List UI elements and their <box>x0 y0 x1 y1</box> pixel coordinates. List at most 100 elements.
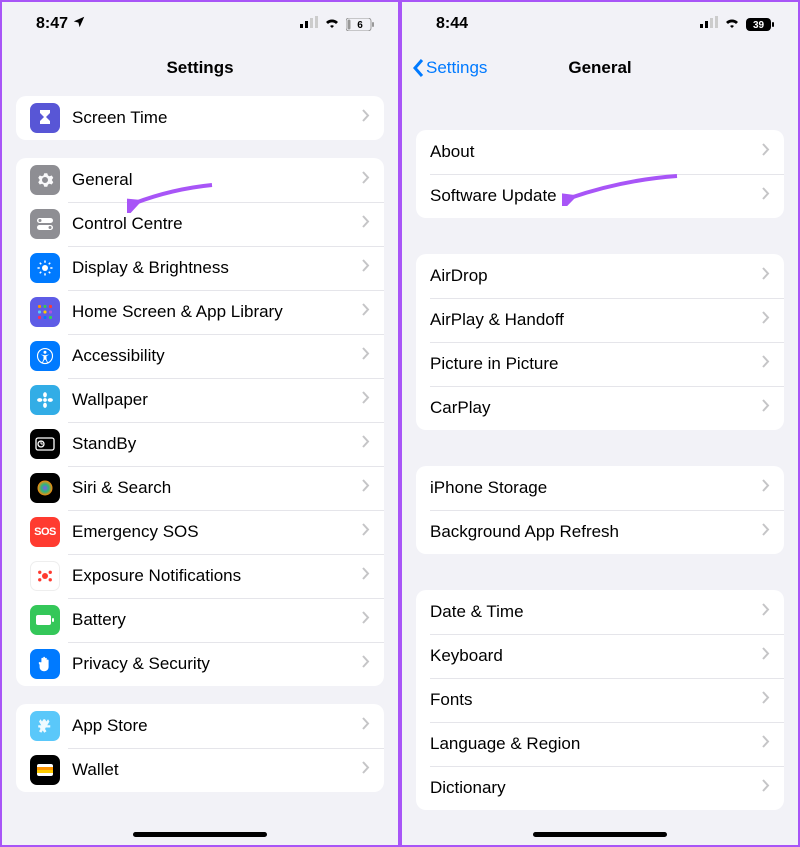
location-icon <box>72 15 86 34</box>
exposure-icon <box>30 561 60 591</box>
nav-header: Settings General <box>402 46 798 90</box>
battery-icon: 6 <box>346 18 374 31</box>
row-label: Language & Region <box>430 734 762 754</box>
row-app-store[interactable]: App Store <box>16 704 384 748</box>
wallet-icon <box>30 755 60 785</box>
row-label: Display & Brightness <box>72 258 362 278</box>
siri-icon <box>30 473 60 503</box>
nav-header: Settings <box>2 46 398 90</box>
chevron-right-icon <box>762 187 770 205</box>
row-battery[interactable]: Battery <box>16 598 384 642</box>
row-background-app-refresh[interactable]: Background App Refresh <box>416 510 784 554</box>
chevron-right-icon <box>362 303 370 321</box>
row-privacy-security[interactable]: Privacy & Security <box>16 642 384 686</box>
battery-icon <box>30 605 60 635</box>
row-home-screen[interactable]: Home Screen & App Library <box>16 290 384 334</box>
row-label: AirDrop <box>430 266 762 286</box>
back-label: Settings <box>426 58 487 78</box>
signal-icon <box>300 15 318 33</box>
chevron-right-icon <box>362 655 370 673</box>
settings-screen: 8:47 6 Settings Screen Time <box>0 0 400 847</box>
chevron-right-icon <box>762 735 770 753</box>
brightness-icon <box>30 253 60 283</box>
row-picture-in-picture[interactable]: Picture in Picture <box>416 342 784 386</box>
row-label: Background App Refresh <box>430 522 762 542</box>
row-date-time[interactable]: Date & Time <box>416 590 784 634</box>
chevron-right-icon <box>762 479 770 497</box>
home-indicator <box>133 832 267 837</box>
row-label: AirPlay & Handoff <box>430 310 762 330</box>
row-emergency-sos[interactable]: SOS Emergency SOS <box>16 510 384 554</box>
gear-icon <box>30 165 60 195</box>
row-label: App Store <box>72 716 362 736</box>
chevron-right-icon <box>362 435 370 453</box>
back-button[interactable]: Settings <box>412 58 487 78</box>
row-label: Wallpaper <box>72 390 362 410</box>
row-airdrop[interactable]: AirDrop <box>416 254 784 298</box>
general-group-storage: iPhone Storage Background App Refresh <box>416 466 784 554</box>
row-label: Exposure Notifications <box>72 566 362 586</box>
chevron-right-icon <box>762 267 770 285</box>
appstore-icon <box>30 711 60 741</box>
row-keyboard[interactable]: Keyboard <box>416 634 784 678</box>
flower-icon <box>30 385 60 415</box>
svg-text:39: 39 <box>753 20 765 31</box>
row-label: StandBy <box>72 434 362 454</box>
status-time: 8:47 <box>36 15 68 33</box>
row-label: Software Update <box>430 186 762 206</box>
chevron-right-icon <box>362 171 370 189</box>
status-time: 8:44 <box>436 15 468 33</box>
row-label: CarPlay <box>430 398 762 418</box>
chevron-right-icon <box>762 355 770 373</box>
chevron-right-icon <box>362 215 370 233</box>
row-label: Keyboard <box>430 646 762 666</box>
row-dictionary[interactable]: Dictionary <box>416 766 784 810</box>
row-label: About <box>430 142 762 162</box>
status-bar: 8:44 39 <box>402 2 798 46</box>
general-screen: 8:44 39 Settings General About <box>400 0 800 847</box>
row-screen-time[interactable]: Screen Time <box>16 96 384 140</box>
row-siri-search[interactable]: Siri & Search <box>16 466 384 510</box>
general-group-about: About Software Update <box>416 130 784 218</box>
row-control-centre[interactable]: Control Centre <box>16 202 384 246</box>
row-label: Dictionary <box>430 778 762 798</box>
row-about[interactable]: About <box>416 130 784 174</box>
row-wallpaper[interactable]: Wallpaper <box>16 378 384 422</box>
chevron-right-icon <box>762 603 770 621</box>
wifi-icon <box>324 15 340 33</box>
row-wallet[interactable]: Wallet <box>16 748 384 792</box>
row-iphone-storage[interactable]: iPhone Storage <box>416 466 784 510</box>
chevron-right-icon <box>362 347 370 365</box>
row-language-region[interactable]: Language & Region <box>416 722 784 766</box>
row-label: Accessibility <box>72 346 362 366</box>
row-accessibility[interactable]: Accessibility <box>16 334 384 378</box>
row-display-brightness[interactable]: Display & Brightness <box>16 246 384 290</box>
chevron-right-icon <box>762 143 770 161</box>
svg-text:6: 6 <box>357 20 363 31</box>
settings-group-store: App Store Wallet <box>16 704 384 792</box>
row-general[interactable]: General <box>16 158 384 202</box>
row-label: Siri & Search <box>72 478 362 498</box>
row-standby[interactable]: StandBy <box>16 422 384 466</box>
chevron-right-icon <box>762 399 770 417</box>
settings-group-main: General Control Centre Display & Brightn… <box>16 158 384 686</box>
chevron-left-icon <box>412 58 424 78</box>
chevron-right-icon <box>362 391 370 409</box>
row-software-update[interactable]: Software Update <box>416 174 784 218</box>
row-airplay-handoff[interactable]: AirPlay & Handoff <box>416 298 784 342</box>
standby-icon <box>30 429 60 459</box>
chevron-right-icon <box>762 647 770 665</box>
chevron-right-icon <box>362 109 370 127</box>
status-bar: 8:47 6 <box>2 2 398 46</box>
general-group-locale: Date & Time Keyboard Fonts Language & Re… <box>416 590 784 810</box>
toggles-icon <box>30 209 60 239</box>
row-label: General <box>72 170 362 190</box>
chevron-right-icon <box>362 717 370 735</box>
chevron-right-icon <box>762 523 770 541</box>
row-label: Emergency SOS <box>72 522 362 542</box>
row-exposure-notifications[interactable]: Exposure Notifications <box>16 554 384 598</box>
row-carplay[interactable]: CarPlay <box>416 386 784 430</box>
row-fonts[interactable]: Fonts <box>416 678 784 722</box>
settings-group-screentime: Screen Time <box>16 96 384 140</box>
sos-icon: SOS <box>30 517 60 547</box>
